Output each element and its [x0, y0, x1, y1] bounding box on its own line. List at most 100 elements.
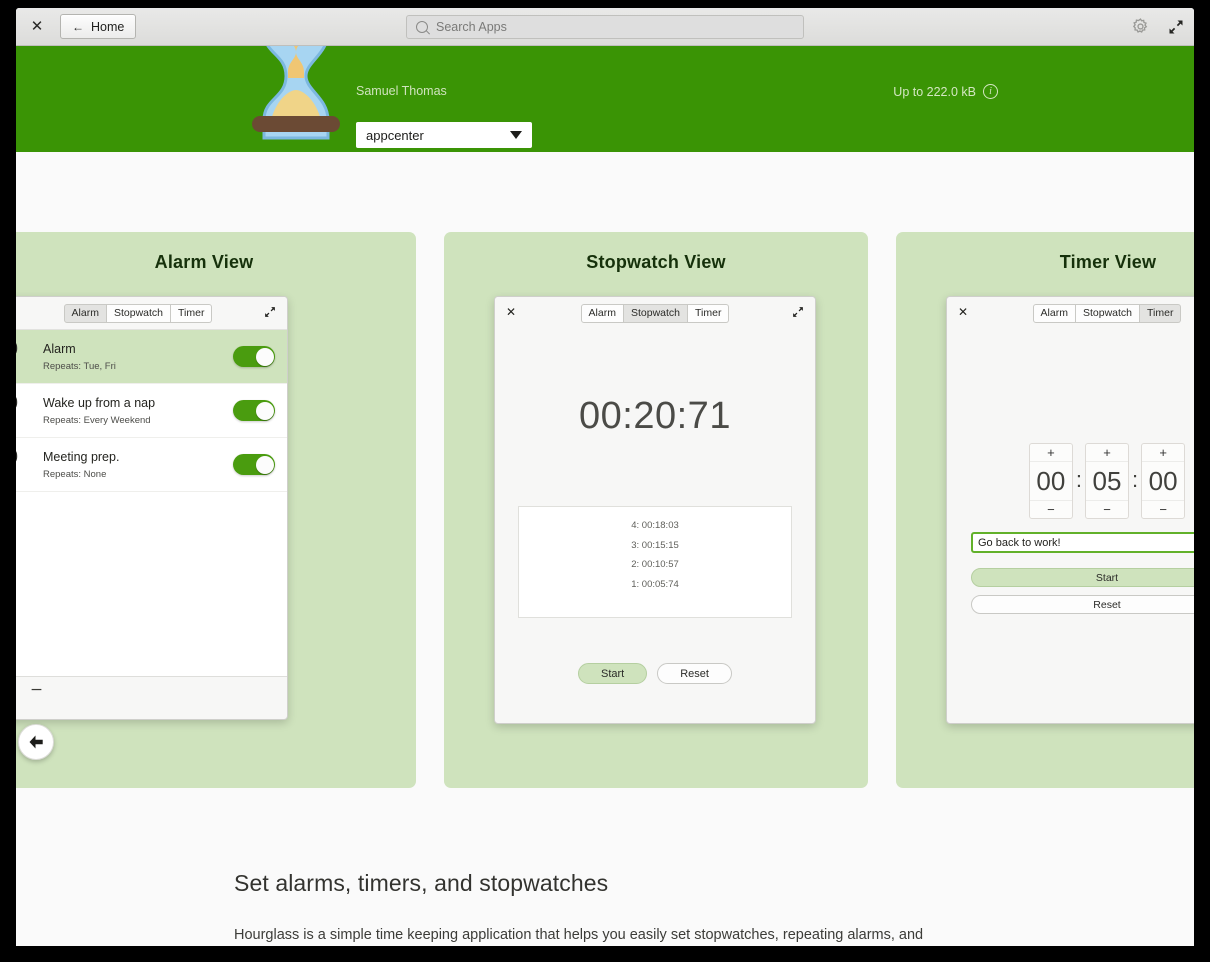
alarm-row[interactable]: 3:00 Today Alarm Repeats: Tue, Fri [16, 330, 287, 384]
minutes-decrement-button[interactable]: − [1086, 500, 1128, 518]
carousel-track: Alarm View ✕ Alarm Stopwatch Timer [16, 232, 1194, 788]
tab-timer[interactable]: Timer [1140, 303, 1182, 323]
source-select-value: appcenter [366, 127, 424, 143]
minus-icon[interactable] [30, 683, 43, 696]
stopwatch-start-button[interactable]: Start [578, 663, 648, 684]
app-window: ✕ ← Home Search Apps Samuel Thomas appce… [16, 8, 1194, 946]
stopwatch-controls: Start Reset [495, 663, 815, 684]
window-expand-icon[interactable] [264, 306, 276, 318]
alarm-toolbar [16, 676, 287, 702]
app-author: Samuel Thomas [356, 84, 447, 98]
alarm-info: Alarm Repeats: Tue, Fri [43, 342, 233, 372]
window-close-icon[interactable]: ✕ [506, 306, 516, 318]
search-input[interactable] [436, 19, 794, 34]
alarm-day: Today [16, 364, 43, 374]
timer-name-field[interactable] [971, 532, 1194, 553]
timer-name-input[interactable] [978, 536, 1194, 549]
stopwatch-app-window: ✕ Alarm Stopwatch Timer 00:20:71 4: 00:1… [494, 296, 816, 724]
alarm-repeats: Repeats: None [43, 468, 107, 480]
timer-spinners: + 00 − : + 05 − : + 00 − [947, 329, 1194, 519]
toggle-knob [255, 347, 274, 366]
tab-alarm[interactable]: Alarm [63, 303, 107, 323]
search-box[interactable] [406, 14, 804, 39]
alarm-name: Wake up from a nap [43, 395, 156, 410]
timer-seconds-stepper[interactable]: + 00 − [1141, 443, 1186, 519]
home-button[interactable]: ← Home [60, 14, 137, 39]
view-tabs: Alarm Stopwatch Timer [1032, 303, 1182, 323]
app-description: Set alarms, timers, and stopwatches Hour… [234, 870, 1154, 946]
hours-increment-button[interactable]: + [1029, 444, 1072, 462]
seconds-value: 00 [1148, 466, 1178, 496]
stopwatch-elapsed: 00:20:71 [579, 395, 731, 437]
carousel-card-timer[interactable]: Timer View ✕ Alarm Stopwatch Timer + 00 … [896, 232, 1194, 788]
tab-stopwatch[interactable]: Stopwatch [106, 303, 171, 323]
carousel-card-alarm[interactable]: Alarm View ✕ Alarm Stopwatch Timer [16, 232, 416, 788]
timer-hours-stepper[interactable]: + 00 − [1028, 443, 1073, 519]
window-header: ✕ Alarm Stopwatch Timer [947, 297, 1194, 329]
tab-alarm[interactable]: Alarm [1032, 303, 1076, 323]
alarm-name: Alarm [43, 341, 76, 356]
window-header: ✕ Alarm Stopwatch Timer [16, 297, 287, 329]
tab-alarm[interactable]: Alarm [580, 303, 624, 323]
alarm-info: Wake up from a nap Repeats: Every Weeken… [43, 396, 233, 426]
timer-app-window: ✕ Alarm Stopwatch Timer + 00 −: + 05 − … [946, 296, 1194, 724]
view-tabs: Alarm Stopwatch Timer [63, 303, 213, 323]
stopwatch-reset-button[interactable]: Reset [657, 663, 732, 684]
timer-minutes-stepper[interactable]: + 05 − [1085, 443, 1129, 519]
alarm-day: Today [16, 418, 43, 428]
card-title: Stopwatch View [586, 252, 726, 272]
window-expand-icon[interactable] [792, 306, 804, 318]
timer-start-button[interactable]: Start [971, 568, 1194, 587]
alarm-row[interactable]: 5:00 Today Wake up from a nap Repeats: E… [16, 384, 287, 438]
alarm-repeats: Repeats: Tue, Fri [43, 360, 116, 372]
alarm-toggle[interactable] [233, 346, 275, 367]
lap-list[interactable]: 4: 00:18:03 3: 00:15:15 2: 00:10:57 1: 0… [518, 506, 792, 618]
card-title: Alarm View [154, 252, 254, 272]
toggle-knob [255, 455, 274, 474]
close-button[interactable]: ✕ [22, 19, 52, 34]
alarm-row[interactable]: 9:30 Nov 17 Meeting prep. Repeats: None [16, 438, 287, 492]
carousel-card-stopwatch[interactable]: Stopwatch View ✕ Alarm Stopwatch Timer 0… [444, 232, 868, 788]
view-tabs: Alarm Stopwatch Timer [580, 303, 730, 323]
alarm-time-value: 5:00 [16, 393, 18, 414]
card-title: Timer View [1059, 252, 1157, 272]
tab-stopwatch[interactable]: Stopwatch [623, 303, 688, 323]
hourglass-app-icon [252, 46, 340, 140]
info-icon[interactable]: i [983, 84, 998, 99]
gear-icon[interactable] [1131, 17, 1150, 36]
tab-stopwatch[interactable]: Stopwatch [1075, 303, 1140, 323]
alarm-time: 9:30 Nov 17 [16, 448, 43, 482]
carousel-prev-button[interactable] [18, 724, 54, 760]
lap-item: 4: 00:18:03 [631, 520, 679, 531]
description-heading: Set alarms, timers, and stopwatches [234, 870, 609, 896]
download-size-label: Up to 222.0 kB [893, 84, 976, 99]
alarm-time-value: 9:30 [16, 447, 18, 468]
alarm-time: 5:00 Today [16, 394, 43, 428]
window-close-icon[interactable]: ✕ [958, 306, 968, 318]
toolbar-right-group [1131, 17, 1184, 36]
home-button-label: Home [91, 19, 125, 34]
source-select[interactable]: appcenter [356, 122, 532, 148]
tab-timer[interactable]: Timer [171, 303, 213, 323]
seconds-increment-button[interactable]: + [1142, 444, 1185, 462]
timer-controls: Start Reset [971, 568, 1194, 614]
minutes-increment-button[interactable]: + [1086, 444, 1128, 462]
search-icon [416, 20, 428, 33]
alarm-info: Meeting prep. Repeats: None [43, 450, 233, 480]
toggle-knob [255, 401, 274, 420]
alarm-toggle[interactable] [233, 400, 275, 421]
alarm-toggle[interactable] [233, 454, 275, 475]
back-arrow-icon: ← [72, 19, 84, 34]
lap-item: 1: 00:05:74 [631, 578, 679, 590]
lap-item: 2: 00:10:57 [631, 559, 679, 570]
time-separator: : [1075, 467, 1082, 492]
expand-icon[interactable] [1168, 19, 1184, 35]
hours-value: 00 [1036, 466, 1066, 496]
tab-timer[interactable]: Timer [688, 303, 730, 323]
alarm-time-value: 3:00 [16, 339, 18, 360]
alarm-repeats: Repeats: Every Weekend [43, 414, 151, 426]
seconds-decrement-button[interactable]: − [1142, 500, 1185, 518]
timer-reset-button[interactable]: Reset [971, 595, 1194, 614]
hours-decrement-button[interactable]: − [1029, 500, 1072, 518]
lap-item: 3: 00:15:15 [631, 539, 679, 551]
